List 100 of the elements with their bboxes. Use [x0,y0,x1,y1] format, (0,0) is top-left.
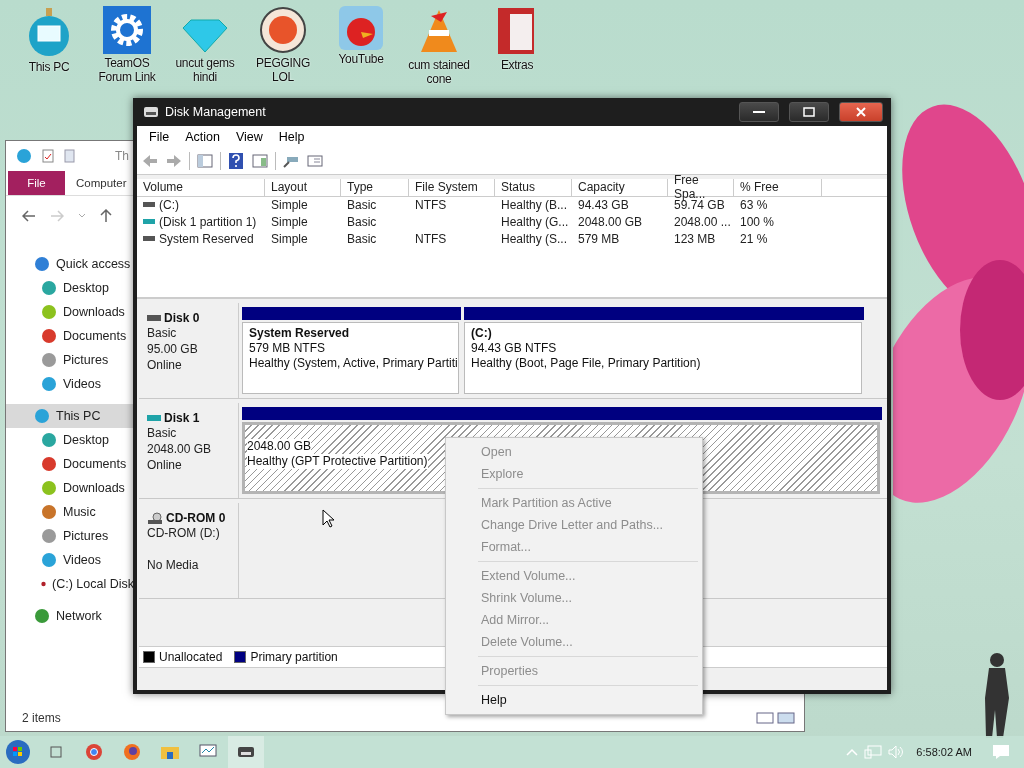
maximize-icon [803,107,815,117]
partition-title: (C:) [471,326,492,341]
desktop-icon-label[interactable]: YouTube [323,52,399,66]
nav-item[interactable]: Desktop [6,276,134,300]
menu-item[interactable]: File [141,130,178,144]
disk-size: 95.00 GB [147,342,199,357]
column-header[interactable]: Volume [137,178,265,197]
table-cell: (C:) [159,197,179,212]
close-button[interactable] [839,102,883,122]
forward-arrow-icon[interactable] [50,210,64,222]
table-cell-text: 2048.00 GB [577,214,644,229]
forward-arrow-icon[interactable] [165,152,183,170]
column-header[interactable]: Capacity [572,178,668,197]
disk-type: CD-ROM (D:) [147,526,221,541]
partition-status: Healthy (GPT Protective Partition) [247,454,428,469]
column-header[interactable]: % Free [734,178,822,197]
folder-ball-icon [16,148,32,164]
minimize-button[interactable] [739,102,779,122]
nav-item[interactable]: Music [6,500,134,524]
nav-item[interactable]: Downloads [6,300,134,324]
disk-status: No Media [147,558,200,573]
partition-size: 2048.00 GB [247,439,312,454]
column-header[interactable]: File System [409,178,495,197]
disk-drive-icon [147,415,161,421]
partition-title: System Reserved [249,326,350,341]
desktop-icon-label[interactable]: cum stained cone [401,58,477,86]
chevron-down-icon[interactable] [78,213,86,219]
ribbon-tab[interactable]: File [8,171,65,195]
pane-icon[interactable] [251,152,269,170]
disk-name: CD-ROM 0 [166,511,226,525]
table-cell-text: Healthy (G... [500,214,570,229]
nav-item[interactable]: Pictures [6,348,134,372]
nav-item[interactable]: Quick access [6,252,134,276]
disk-drive-icon [147,315,161,321]
table-cell-text: Basic [346,214,378,229]
table-cell-text: 63 % [739,197,769,212]
view-mode-icon[interactable] [756,712,796,724]
context-menu-item[interactable]: Help [448,689,700,711]
partition-status: Healthy (Boot, Page File, Primary Partition) [471,356,701,371]
mouse-cursor-icon [322,509,334,528]
desktop-icon-label[interactable]: Extras [479,58,555,72]
menu-item[interactable]: Action [177,130,228,144]
disk-status: Online [147,458,183,473]
desktop-icon-label[interactable]: This PC [11,60,87,74]
table-cell-text: Healthy (S... [500,231,569,246]
partition-block[interactable]: System Reserved 579 MB NTFS Healthy (System, Active, Primary Partiti [242,322,459,394]
gear-icon [103,6,151,54]
up-arrow-icon[interactable] [100,209,112,223]
window-title: Disk Management [165,105,267,119]
table-cell-text: Basic [346,197,378,212]
menu-item[interactable]: Help [270,130,313,144]
disk-size: 2048.00 GB [147,442,213,457]
disk-name: Disk 0 [164,311,200,325]
partition-block[interactable]: (C:) 94.43 GB NTFS Healthy (Boot, Page File, Primary Partition) [464,322,862,394]
back-arrow-icon[interactable] [22,210,36,222]
legend-label: Primary partition [250,650,338,664]
cd-drive-icon [147,511,163,525]
column-header[interactable]: Type [341,178,409,197]
desktop-icon-label[interactable]: uncut gems hindi [167,56,243,84]
table-cell-text: Simple [270,197,309,212]
nav-item[interactable]: Videos [6,548,134,572]
table-cell: (Disk 1 partition 1) [159,214,257,229]
close-icon [856,107,866,117]
table-cell-text: 2048.00 ... [673,214,732,229]
nav-item[interactable]: Pictures [6,524,134,548]
maximize-button[interactable] [789,102,829,122]
desktop-icon-label[interactable]: PEGGING LOL [245,56,321,84]
disk-type: Basic [147,326,178,341]
column-header[interactable]: Status [495,178,572,197]
menu-item[interactable]: View [227,130,271,144]
table-cell-text: NTFS [414,197,448,212]
nav-item[interactable]: Network [6,604,134,628]
document-icon[interactable] [64,149,75,163]
nav-item[interactable]: Downloads [6,476,134,500]
column-header[interactable]: Layout [265,178,341,197]
pane-icon[interactable] [196,152,214,170]
disk-type: Basic [147,426,178,441]
nav-item[interactable]: Desktop [6,428,134,452]
nav-item[interactable]: (C:) Local Disk [6,572,134,596]
checklist-icon[interactable] [42,149,54,163]
table-cell-text: 100 % [739,214,776,229]
table-cell-text: Simple [270,231,309,246]
clock[interactable]: 6:58:02 AM [916,746,972,758]
nav-item[interactable]: This PC [6,404,134,428]
table-cell: System Reserved [159,231,254,246]
round-logo-icon [259,6,307,54]
nav-item[interactable]: Videos [6,372,134,396]
table-cell-text: 123 MB [673,231,717,246]
status-text: 2 items [22,711,61,725]
partition-status: Healthy (System, Active, Primary Partiti [249,356,458,371]
nav-item[interactable]: Documents [6,452,134,476]
table-cell-text: Simple [270,214,309,229]
table-cell-text: 21 % [739,231,769,246]
table-cell-text: 579 MB [577,231,621,246]
table-cell-text: Healthy (B... [500,197,569,212]
disk-management-taskbar-icon[interactable] [228,736,264,768]
nav-item[interactable]: Documents [6,324,134,348]
desktop-icon-label[interactable]: TeamOS Forum Link [89,56,165,84]
help-icon[interactable] [227,152,245,170]
list-icon[interactable] [306,152,324,170]
